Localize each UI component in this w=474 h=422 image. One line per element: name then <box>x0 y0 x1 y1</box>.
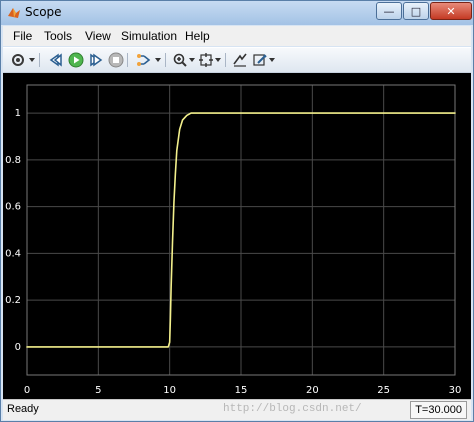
menu-help-label: Help <box>185 29 210 43</box>
menu-tools[interactable]: Tools <box>44 29 72 43</box>
x-tick-label: 25 <box>377 385 390 396</box>
style-edit-icon <box>253 54 267 66</box>
menu-tools-label: Tools <box>44 29 73 43</box>
stop-button[interactable] <box>107 51 125 69</box>
run-icon <box>68 52 84 68</box>
zoom-dropdown-arrow[interactable] <box>189 58 195 62</box>
y-tick-label: 0.8 <box>5 155 21 166</box>
status-bar: Ready http://blog.csdn.net/ T=30.000 <box>3 399 471 420</box>
zoom-in-icon <box>173 53 187 67</box>
menu-help[interactable]: Help <box>185 29 210 43</box>
x-tick-label: 10 <box>163 385 176 396</box>
zoom-fit-dropdown-arrow[interactable] <box>215 58 221 62</box>
y-tick-label: 0 <box>15 342 21 353</box>
y-tick-label: 0.2 <box>5 295 21 306</box>
x-tick-label: 30 <box>449 385 462 396</box>
minimize-button[interactable]: — <box>376 2 402 20</box>
maximize-button[interactable]: □ <box>403 2 429 20</box>
toolbar <box>3 47 471 73</box>
watermark-text: http://blog.csdn.net/ <box>223 403 362 415</box>
y-tick-label: 0.6 <box>5 202 21 213</box>
toolbar-separator <box>165 53 166 67</box>
settings-button[interactable] <box>9 51 27 69</box>
signal-selector-icon <box>137 54 151 66</box>
stop-icon <box>108 52 124 68</box>
run-button[interactable] <box>67 51 85 69</box>
menu-file[interactable]: File <box>13 29 32 43</box>
signal-selector-button[interactable] <box>135 51 153 69</box>
zoom-fit-button[interactable] <box>197 51 215 69</box>
zoom-in-button[interactable] <box>171 51 189 69</box>
scope-plot-area[interactable]: 0 5 10 15 20 25 30 0 0.2 0.4 0.6 0.8 1 <box>3 73 471 399</box>
settings-dropdown-arrow[interactable] <box>29 58 35 62</box>
scope-window: Scope — □ ✕ File Tools View Simulation H… <box>0 0 474 422</box>
cursor-measure-button[interactable] <box>231 51 249 69</box>
toolbar-separator <box>225 53 226 67</box>
signal-selector-dropdown-arrow[interactable] <box>155 58 161 62</box>
scope-plot[interactable]: 0 5 10 15 20 25 30 0 0.2 0.4 0.6 0.8 1 <box>3 73 471 399</box>
x-tick-label: 20 <box>306 385 319 396</box>
y-tick-label: 1 <box>15 108 21 119</box>
menu-simulation-label: Simulation <box>121 29 178 43</box>
settings-gear-icon <box>12 54 24 66</box>
title-bar[interactable]: Scope — □ ✕ <box>1 1 473 25</box>
step-forward-button[interactable] <box>87 51 105 69</box>
style-edit-dropdown-arrow[interactable] <box>269 58 275 62</box>
menu-simulation[interactable]: Simulation <box>121 29 177 43</box>
plot-background <box>3 73 471 399</box>
x-tick-label: 0 <box>24 385 30 396</box>
style-edit-button[interactable] <box>251 51 269 69</box>
x-tick-label: 5 <box>95 385 101 396</box>
step-back-button[interactable] <box>47 51 65 69</box>
menu-bar: File Tools View Simulation Help <box>3 26 471 46</box>
y-tick-label: 0.4 <box>5 248 21 259</box>
matlab-app-icon <box>8 8 20 18</box>
close-icon: ✕ <box>446 4 456 18</box>
step-forward-icon <box>90 53 103 67</box>
toolbar-separator <box>39 53 40 67</box>
simulation-time-readout: T=30.000 <box>410 401 467 419</box>
menu-view[interactable]: View <box>85 29 111 43</box>
window-title: Scope <box>25 5 62 19</box>
menu-view-label: View <box>85 29 111 43</box>
toolbar-separator <box>127 53 128 67</box>
status-text: Ready <box>7 403 39 415</box>
menu-file-label: File <box>13 29 33 43</box>
cursor-measure-icon <box>233 53 247 67</box>
close-button[interactable]: ✕ <box>430 2 472 20</box>
step-back-icon <box>49 53 62 67</box>
zoom-fit-icon <box>199 53 213 67</box>
x-tick-label: 15 <box>235 385 248 396</box>
minimize-icon: — <box>383 4 395 18</box>
maximize-icon: □ <box>410 4 422 18</box>
